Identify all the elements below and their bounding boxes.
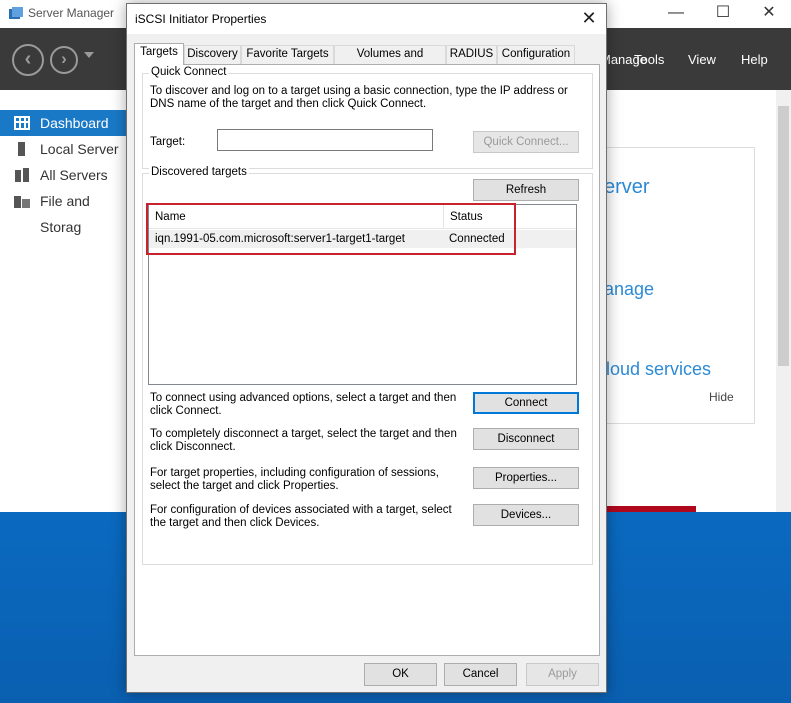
apply-button[interactable]: Apply (526, 663, 599, 686)
file-storage-icon (14, 196, 30, 208)
hide-link[interactable]: Hide (709, 390, 734, 404)
sidebar-item-all-servers[interactable]: All Servers (0, 162, 130, 188)
scrollbar-thumb[interactable] (778, 106, 789, 366)
targets-tab-panel: Quick Connect To discover and log on to … (134, 64, 600, 656)
properties-button[interactable]: Properties... (473, 467, 579, 489)
properties-description: For target properties, including configu… (150, 467, 439, 492)
back-arrow-icon[interactable]: ‹ (12, 44, 44, 76)
discovered-targets-label: Discovered targets (149, 166, 249, 178)
welcome-line-2[interactable]: anage (604, 279, 654, 300)
tab-radius[interactable]: RADIUS (446, 45, 497, 64)
sidebar-item-dashboard[interactable]: Dashboard (0, 110, 130, 136)
tab-configuration[interactable]: Configuration (497, 45, 575, 64)
sidebar-item-local-server[interactable]: Local Server (0, 136, 130, 162)
disconnect-button[interactable]: Disconnect (473, 428, 579, 450)
menu-tools[interactable]: Tools (634, 52, 664, 67)
close-window-button[interactable]: ✕ (746, 2, 791, 26)
menu-help[interactable]: Help (741, 52, 768, 67)
scrollbar[interactable] (776, 90, 791, 512)
server-icon (18, 142, 25, 156)
devices-description: For configuration of devices associated … (150, 504, 452, 529)
servers-icon (15, 168, 29, 182)
dialog-titlebar: iSCSI Initiator Properties ✕ (127, 4, 606, 34)
minimize-button[interactable]: — (653, 2, 699, 26)
target-input[interactable] (217, 129, 433, 151)
quick-connect-button[interactable]: Quick Connect... (473, 131, 579, 153)
target-label: Target: (150, 136, 186, 148)
sidebar-item-label: Dashboard (40, 115, 109, 131)
sidebar-item-label: Local Server (40, 141, 119, 157)
quick-connect-description: To discover and log on to a target using… (150, 85, 568, 110)
cancel-button[interactable]: Cancel (444, 663, 517, 686)
server-manager-title: Server Manager (28, 6, 115, 20)
refresh-button[interactable]: Refresh (473, 179, 579, 201)
welcome-line-1: erver (604, 176, 650, 198)
history-dropdown-icon[interactable] (84, 52, 94, 58)
sidebar-item-label: All Servers (40, 167, 108, 183)
devices-button[interactable]: Devices... (473, 504, 579, 526)
welcome-line-3[interactable]: loud services (606, 359, 711, 380)
disconnect-description: To completely disconnect a target, selec… (150, 428, 457, 453)
forward-arrow-icon[interactable]: › (50, 46, 78, 74)
iscsi-initiator-dialog: iSCSI Initiator Properties ✕ Targets Dis… (126, 3, 607, 693)
server-manager-sidebar: Dashboard Local Server All Servers File … (0, 110, 130, 235)
tab-discovery[interactable]: Discovery (184, 45, 241, 64)
close-icon[interactable]: ✕ (575, 7, 603, 31)
quick-connect-label: Quick Connect (149, 66, 229, 78)
dialog-title: iSCSI Initiator Properties (135, 12, 267, 26)
connect-description: To connect using advanced options, selec… (150, 392, 457, 417)
sidebar-item-label: File and Storag (40, 193, 90, 235)
highlight-box (146, 203, 516, 255)
dashboard-icon (14, 116, 30, 130)
tab-targets[interactable]: Targets (134, 43, 184, 65)
maximize-button[interactable]: ☐ (700, 2, 746, 26)
tab-favorite-targets[interactable]: Favorite Targets (241, 45, 334, 64)
tab-volumes-and-devices[interactable]: Volumes and Devices (334, 45, 446, 77)
server-manager-icon (9, 7, 23, 19)
sidebar-item-file-storage[interactable]: File and Storag (0, 188, 130, 235)
ok-button[interactable]: OK (364, 663, 437, 686)
menu-view[interactable]: View (688, 52, 716, 67)
connect-button[interactable]: Connect (473, 392, 579, 414)
